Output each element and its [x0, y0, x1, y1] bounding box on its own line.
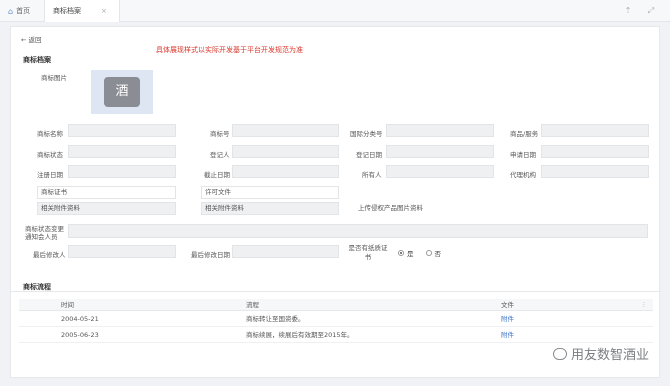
- tab-bar: ⌂ 首页 商标档案 × ⇡ ⤢: [0, 0, 670, 22]
- radio-no-label: 否: [434, 250, 442, 258]
- label-goods-services: 商品/服务: [510, 130, 539, 138]
- label-status-change-notify: 商标状态变更通知会人员: [25, 225, 64, 241]
- upload-icon[interactable]: ⇡: [622, 5, 634, 17]
- goods-services-field[interactable]: [541, 124, 649, 137]
- label-last-modifier: 最后修改人: [33, 251, 66, 259]
- label-trademark-status: 商标状态: [37, 151, 63, 159]
- reg-date-field[interactable]: [68, 165, 176, 178]
- table-row: 2005-06-23 商标续展，续展后有效期至2015年。 附件: [19, 329, 653, 343]
- column-settings-icon[interactable]: ⫶: [643, 299, 645, 311]
- tab-home-label: 首页: [16, 7, 31, 15]
- back-button[interactable]: ← 返回: [21, 34, 42, 44]
- wechat-icon: [552, 347, 567, 360]
- radio-yes-dot: [398, 250, 404, 256]
- flow-table-header: 时间 流程 文件 ⫶: [19, 299, 653, 311]
- row-file-link[interactable]: 附件: [501, 329, 514, 341]
- row-time: 2005-06-23: [61, 331, 99, 339]
- watermark: 用友数智酒业: [552, 344, 649, 363]
- license-field[interactable]: 许可文件: [201, 186, 339, 199]
- last-modifier-field[interactable]: [68, 245, 176, 258]
- label-expiry-date: 截止日期: [204, 171, 230, 179]
- certificate-attachment-field[interactable]: 相关附件资料: [37, 202, 176, 215]
- arrow-left-icon: ←: [21, 36, 27, 44]
- radio-yes[interactable]: 是: [398, 248, 414, 258]
- intl-class-field[interactable]: [386, 124, 494, 137]
- label-intl-class: 国际分类号: [350, 130, 383, 138]
- status-change-notify-field[interactable]: [68, 224, 648, 238]
- label-apply-date: 申请日期: [510, 151, 536, 159]
- row-process: 商标续展，续展后有效期至2015年。: [246, 331, 354, 339]
- table-row: 2004-05-21 商标转让至国资委。 附件: [19, 313, 653, 327]
- radio-no-dot: [425, 250, 432, 256]
- last-modified-date-field[interactable]: [232, 245, 339, 258]
- col-file: 文件: [501, 301, 514, 309]
- col-process: 流程: [246, 301, 259, 309]
- fullscreen-icon[interactable]: ⤢: [645, 5, 657, 17]
- license-attachment-field[interactable]: 相关附件资料: [201, 202, 339, 215]
- owner-field[interactable]: [386, 165, 494, 178]
- tab-trademark-archive[interactable]: 商标档案 ×: [44, 0, 120, 22]
- flow-divider: [11, 291, 661, 292]
- label-registrant: 登记人: [210, 151, 230, 159]
- label-trademark-number: 商标号: [210, 130, 230, 138]
- watermark-text: 用友数智酒业: [570, 348, 649, 363]
- label-last-modified-date: 最后修改日期: [191, 251, 230, 259]
- dev-notice: 具体展现样式以实际开发基于平台开发规范为准: [156, 46, 303, 54]
- col-time: 时间: [61, 301, 74, 309]
- trademark-status-field[interactable]: [68, 145, 176, 158]
- label-register-date: 登记日期: [356, 151, 382, 159]
- trademark-name-field[interactable]: [68, 124, 176, 137]
- registrant-field[interactable]: [232, 145, 339, 158]
- trademark-image[interactable]: 酒: [91, 70, 153, 114]
- paper-cert-radio-group: 是 否: [398, 248, 453, 258]
- trademark-archive-card: ← 返回 具体展现样式以实际开发基于平台开发规范为准 商标档案 商标图片 酒 商…: [10, 26, 661, 378]
- row-file-link[interactable]: 附件: [501, 313, 514, 325]
- row-time: 2004-05-21: [61, 315, 99, 323]
- radio-no[interactable]: 否: [425, 248, 442, 258]
- section-title: 商标档案: [23, 56, 51, 64]
- back-label: 返回: [28, 36, 42, 44]
- upload-infringement-label[interactable]: 上传侵权产品图片资料: [358, 202, 423, 212]
- register-date-field[interactable]: [386, 145, 494, 158]
- label-owner: 所有人: [362, 171, 382, 179]
- home-icon: ⌂: [8, 6, 14, 16]
- agency-field[interactable]: [541, 165, 649, 178]
- tab-active-label: 商标档案: [53, 7, 81, 15]
- radio-yes-label: 是: [407, 250, 414, 258]
- trademark-image-thumb: 酒: [104, 77, 140, 107]
- label-agency: 代理机构: [510, 171, 536, 179]
- trademark-number-field[interactable]: [232, 124, 339, 137]
- image-label: 商标图片: [41, 74, 67, 82]
- label-paper-cert: 是否有纸质证书: [348, 244, 388, 261]
- label-reg-date: 注册日期: [37, 171, 63, 179]
- close-icon[interactable]: ×: [101, 7, 107, 15]
- label-trademark-name: 商标名称: [37, 130, 63, 138]
- expiry-date-field[interactable]: [232, 165, 339, 178]
- certificate-field[interactable]: 商标证书: [37, 186, 176, 199]
- row-process: 商标转让至国资委。: [246, 315, 305, 323]
- apply-date-field[interactable]: [541, 145, 649, 158]
- tab-home[interactable]: ⌂ 首页: [8, 0, 44, 22]
